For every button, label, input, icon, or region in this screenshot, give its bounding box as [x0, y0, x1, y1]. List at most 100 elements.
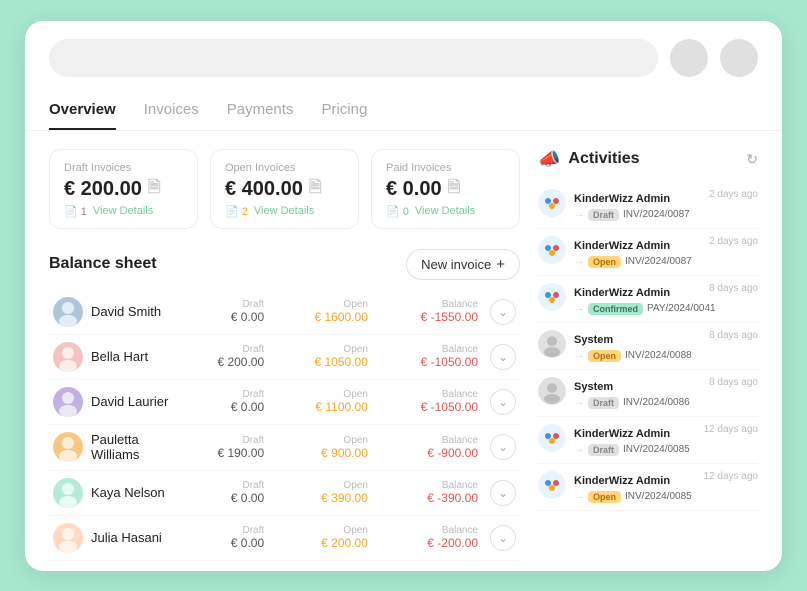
search-bar[interactable] [49, 39, 658, 77]
arrow-icon: → [574, 350, 584, 361]
activity-time: 12 days ago [704, 471, 759, 482]
person-cell: David Laurier [53, 387, 175, 417]
main-content: Draft Invoices € 200.00 🗎 📄 1 View Detai… [25, 131, 782, 561]
activity-content: KinderWizz Admin 12 days ago → Open INV/… [574, 471, 758, 503]
activity-invoice: INV/2024/0086 [623, 397, 690, 408]
activity-invoice: INV/2024/0085 [625, 491, 692, 502]
person-name: Julia Hasani [91, 530, 162, 546]
person-cell: Bella Hart [53, 342, 175, 372]
balance-sheet-header: Balance sheet New invoice + [49, 249, 520, 280]
activity-invoice: PAY/2024/0041 [647, 303, 716, 314]
notification-icon[interactable] [720, 39, 758, 77]
person-cell: Pauletta Williams [53, 432, 175, 463]
activity-user: System [574, 334, 613, 346]
col-balance-label: Balance [380, 299, 478, 310]
arrow-icon: → [574, 491, 584, 502]
draft-view-details[interactable]: View Details [93, 205, 153, 217]
tab-overview[interactable]: Overview [49, 93, 116, 130]
expand-row-button[interactable]: ⌄ [490, 299, 516, 325]
col-open-value: € 1100.00 [276, 400, 368, 414]
expand-row-button[interactable]: ⌄ [490, 434, 516, 460]
person-name: David Smith [91, 304, 161, 320]
col-balance-value: € -900.00 [380, 446, 478, 460]
activity-item: System 8 days ago → Draft INV/2024/0086 [538, 370, 758, 417]
expand-row-button[interactable]: ⌄ [490, 480, 516, 506]
activity-detail: → Draft INV/2024/0086 [574, 397, 758, 409]
col-balance-label: Balance [380, 480, 478, 491]
arrow-icon: → [574, 209, 584, 220]
person-name: David Laurier [91, 394, 168, 410]
activity-item: KinderWizz Admin 12 days ago → Draft INV… [538, 417, 758, 464]
activity-time: 2 days ago [709, 189, 758, 200]
activity-badge: Draft [588, 209, 619, 221]
paid-footer: 📄 0 View Details [386, 205, 505, 218]
tab-invoices[interactable]: Invoices [144, 93, 199, 130]
open-view-details[interactable]: View Details [254, 205, 314, 217]
nav-tabs: Overview Invoices Payments Pricing [25, 93, 782, 131]
avatar [53, 297, 83, 327]
activity-invoice: INV/2024/0085 [623, 444, 690, 455]
activity-avatar [538, 377, 566, 405]
paid-view-details[interactable]: View Details [415, 205, 475, 217]
expand-row-button[interactable]: ⌄ [490, 389, 516, 415]
table-row: Bella Hart Draft € 200.00 Open € 1050.00… [49, 334, 520, 379]
activity-item: KinderWizz Admin 2 days ago → Draft INV/… [538, 182, 758, 229]
col-balance-label: Balance [380, 389, 478, 400]
col-draft-label: Draft [183, 299, 264, 310]
activities-header: 📣 Activities ↻ [538, 149, 758, 170]
open-amount: € 400.00 🗎 [225, 176, 344, 203]
col-open-value: € 1050.00 [276, 355, 368, 369]
col-open-label: Open [276, 344, 368, 355]
top-bar [25, 21, 782, 89]
plus-icon: + [496, 256, 505, 273]
open-count: 📄 2 [225, 205, 248, 218]
open-doc-icon: 🗎 [309, 176, 322, 203]
col-open-value: € 390.00 [276, 491, 368, 505]
activity-badge: Open [588, 256, 621, 268]
activity-content: KinderWizz Admin 2 days ago → Draft INV/… [574, 189, 758, 221]
balance-sheet-title: Balance sheet [49, 255, 157, 273]
person-cell: Kaya Nelson [53, 478, 175, 508]
expand-row-button[interactable]: ⌄ [490, 525, 516, 551]
balance-table: David Smith Draft € 0.00 Open € 1600.00 … [49, 290, 520, 561]
new-invoice-button[interactable]: New invoice + [406, 249, 520, 280]
col-open-value: € 900.00 [276, 446, 368, 460]
expand-row-button[interactable]: ⌄ [490, 344, 516, 370]
col-balance-value: € -390.00 [380, 491, 478, 505]
draft-invoices-card: Draft Invoices € 200.00 🗎 📄 1 View Detai… [49, 149, 198, 229]
person-name: Pauletta Williams [91, 432, 175, 463]
col-open-label: Open [276, 480, 368, 491]
activity-content: System 8 days ago → Open INV/2024/0088 [574, 330, 758, 362]
activity-user: KinderWizz Admin [574, 193, 670, 205]
col-draft-value: € 0.00 [183, 310, 264, 324]
col-open-value: € 200.00 [276, 536, 368, 550]
activity-item: KinderWizz Admin 2 days ago → Open INV/2… [538, 229, 758, 276]
person-cell: Julia Hasani [53, 523, 175, 553]
col-open-label: Open [276, 389, 368, 400]
col-draft-label: Draft [183, 344, 264, 355]
activity-time: 8 days ago [709, 283, 758, 294]
table-row: Pauletta Williams Draft € 190.00 Open € … [49, 424, 520, 470]
refresh-button[interactable]: ↻ [746, 151, 758, 168]
col-balance-value: € -1050.00 [380, 355, 478, 369]
main-window: Overview Invoices Payments Pricing Draft… [25, 21, 782, 571]
activity-item: KinderWizz Admin 12 days ago → Open INV/… [538, 464, 758, 511]
activity-detail: → Open INV/2024/0085 [574, 491, 758, 503]
activity-user: KinderWizz Admin [574, 475, 670, 487]
col-draft-value: € 200.00 [183, 355, 264, 369]
activity-content: System 8 days ago → Draft INV/2024/0086 [574, 377, 758, 409]
table-row: David Laurier Draft € 0.00 Open € 1100.0… [49, 379, 520, 424]
tab-pricing[interactable]: Pricing [321, 93, 367, 130]
tab-payments[interactable]: Payments [227, 93, 294, 130]
person-cell: David Smith [53, 297, 175, 327]
user-avatar[interactable] [670, 39, 708, 77]
activity-avatar [538, 424, 566, 452]
activity-time: 12 days ago [704, 424, 759, 435]
col-open-label: Open [276, 299, 368, 310]
open-footer: 📄 2 View Details [225, 205, 344, 218]
activity-time: 8 days ago [709, 330, 758, 341]
new-invoice-label: New invoice [421, 257, 491, 272]
col-balance-value: € -200.00 [380, 536, 478, 550]
col-draft-label: Draft [183, 389, 264, 400]
arrow-icon: → [574, 256, 584, 267]
